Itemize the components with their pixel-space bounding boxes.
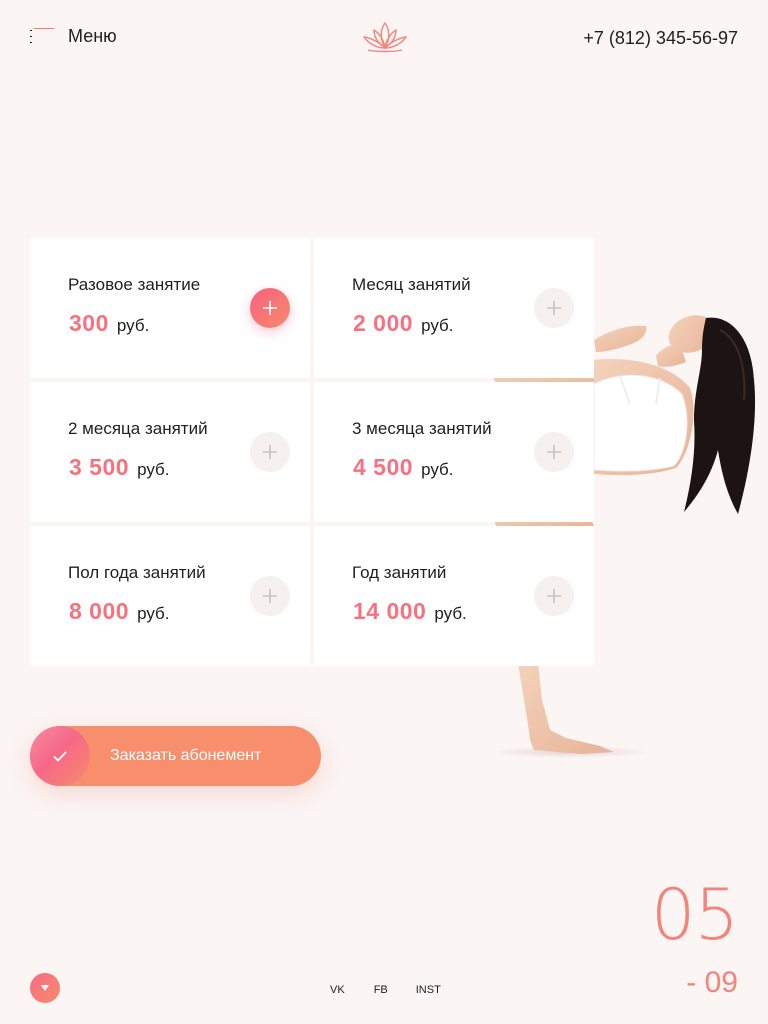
plan-card-single[interactable]: Разовое занятие 300 руб. (30, 238, 310, 378)
slide-counter-current: 05 (650, 874, 739, 956)
plan-amount: 300 (69, 310, 109, 336)
plan-price: 3 500 руб. (69, 454, 169, 481)
order-button-label: Заказать абонемент (110, 747, 262, 764)
plan-currency: руб. (137, 460, 170, 479)
social-link-vk[interactable]: VK (330, 984, 345, 996)
slide-counter-total: - 09 (686, 966, 738, 999)
order-subscription-button[interactable]: Заказать абонемент (30, 726, 321, 786)
plan-card-year[interactable]: Год занятий 14 000 руб. (314, 526, 594, 666)
pricing-page: Меню +7 (812) 345-56-97 Разовое занятие … (0, 0, 768, 1024)
plan-card-month[interactable]: Месяц занятий 2 000 руб. (314, 238, 594, 378)
plan-currency: руб. (116, 316, 150, 335)
plan-amount: 2 000 (353, 310, 414, 336)
plan-name: 3 месяца занятий (352, 419, 492, 438)
add-plan-button[interactable] (534, 432, 574, 472)
scroll-down-button[interactable] (30, 973, 60, 1003)
plan-name: Месяц занятий (352, 275, 471, 294)
check-circle (30, 726, 90, 786)
arrow-down-icon (41, 985, 49, 991)
plus-icon (547, 445, 561, 459)
plan-currency: руб. (421, 460, 454, 479)
plan-price: 4 500 руб. (353, 454, 453, 481)
menu-label: Меню (68, 26, 117, 46)
add-plan-button[interactable] (250, 432, 290, 472)
plan-price: 8 000 руб. (69, 598, 169, 625)
plan-price: 300 руб. (69, 310, 149, 337)
plan-name: Год занятий (352, 563, 447, 582)
plan-amount: 8 000 (69, 598, 130, 624)
add-plan-button[interactable] (250, 576, 290, 616)
plan-name: 2 месяца занятий (68, 419, 208, 438)
plus-icon (547, 589, 561, 603)
plan-card-half-year[interactable]: Пол года занятий 8 000 руб. (30, 526, 310, 666)
hamburger-icon (30, 27, 54, 46)
plan-amount: 4 500 (353, 454, 414, 480)
social-link-fb[interactable]: FB (374, 984, 388, 996)
lotus-logo[interactable] (360, 20, 410, 54)
social-links: VK FB INST (330, 984, 441, 996)
plan-name: Разовое занятие (68, 275, 201, 294)
plan-price: 2 000 руб. (353, 310, 453, 337)
add-plan-button[interactable] (534, 576, 574, 616)
plus-icon (547, 301, 561, 315)
plan-price: 14 000 руб. (353, 598, 467, 625)
plus-icon (263, 589, 277, 603)
add-plan-button[interactable] (250, 288, 290, 328)
plan-amount: 3 500 (69, 454, 130, 480)
plan-name: Пол года занятий (68, 563, 206, 582)
plan-card-three-months[interactable]: 3 месяца занятий 4 500 руб. (314, 382, 594, 522)
social-link-inst[interactable]: INST (416, 984, 441, 996)
check-icon (53, 750, 67, 762)
plus-icon (263, 301, 277, 315)
phone-number[interactable]: +7 (812) 345-56-97 (583, 28, 738, 49)
plan-currency: руб. (421, 316, 454, 335)
plan-currency: руб. (137, 604, 170, 623)
add-plan-button[interactable] (534, 288, 574, 328)
menu-button[interactable]: Меню (30, 26, 117, 47)
plan-currency: руб. (434, 604, 467, 623)
plan-card-two-months[interactable]: 2 месяца занятий 3 500 руб. (30, 382, 310, 522)
plan-amount: 14 000 (353, 598, 427, 624)
plus-icon (263, 445, 277, 459)
